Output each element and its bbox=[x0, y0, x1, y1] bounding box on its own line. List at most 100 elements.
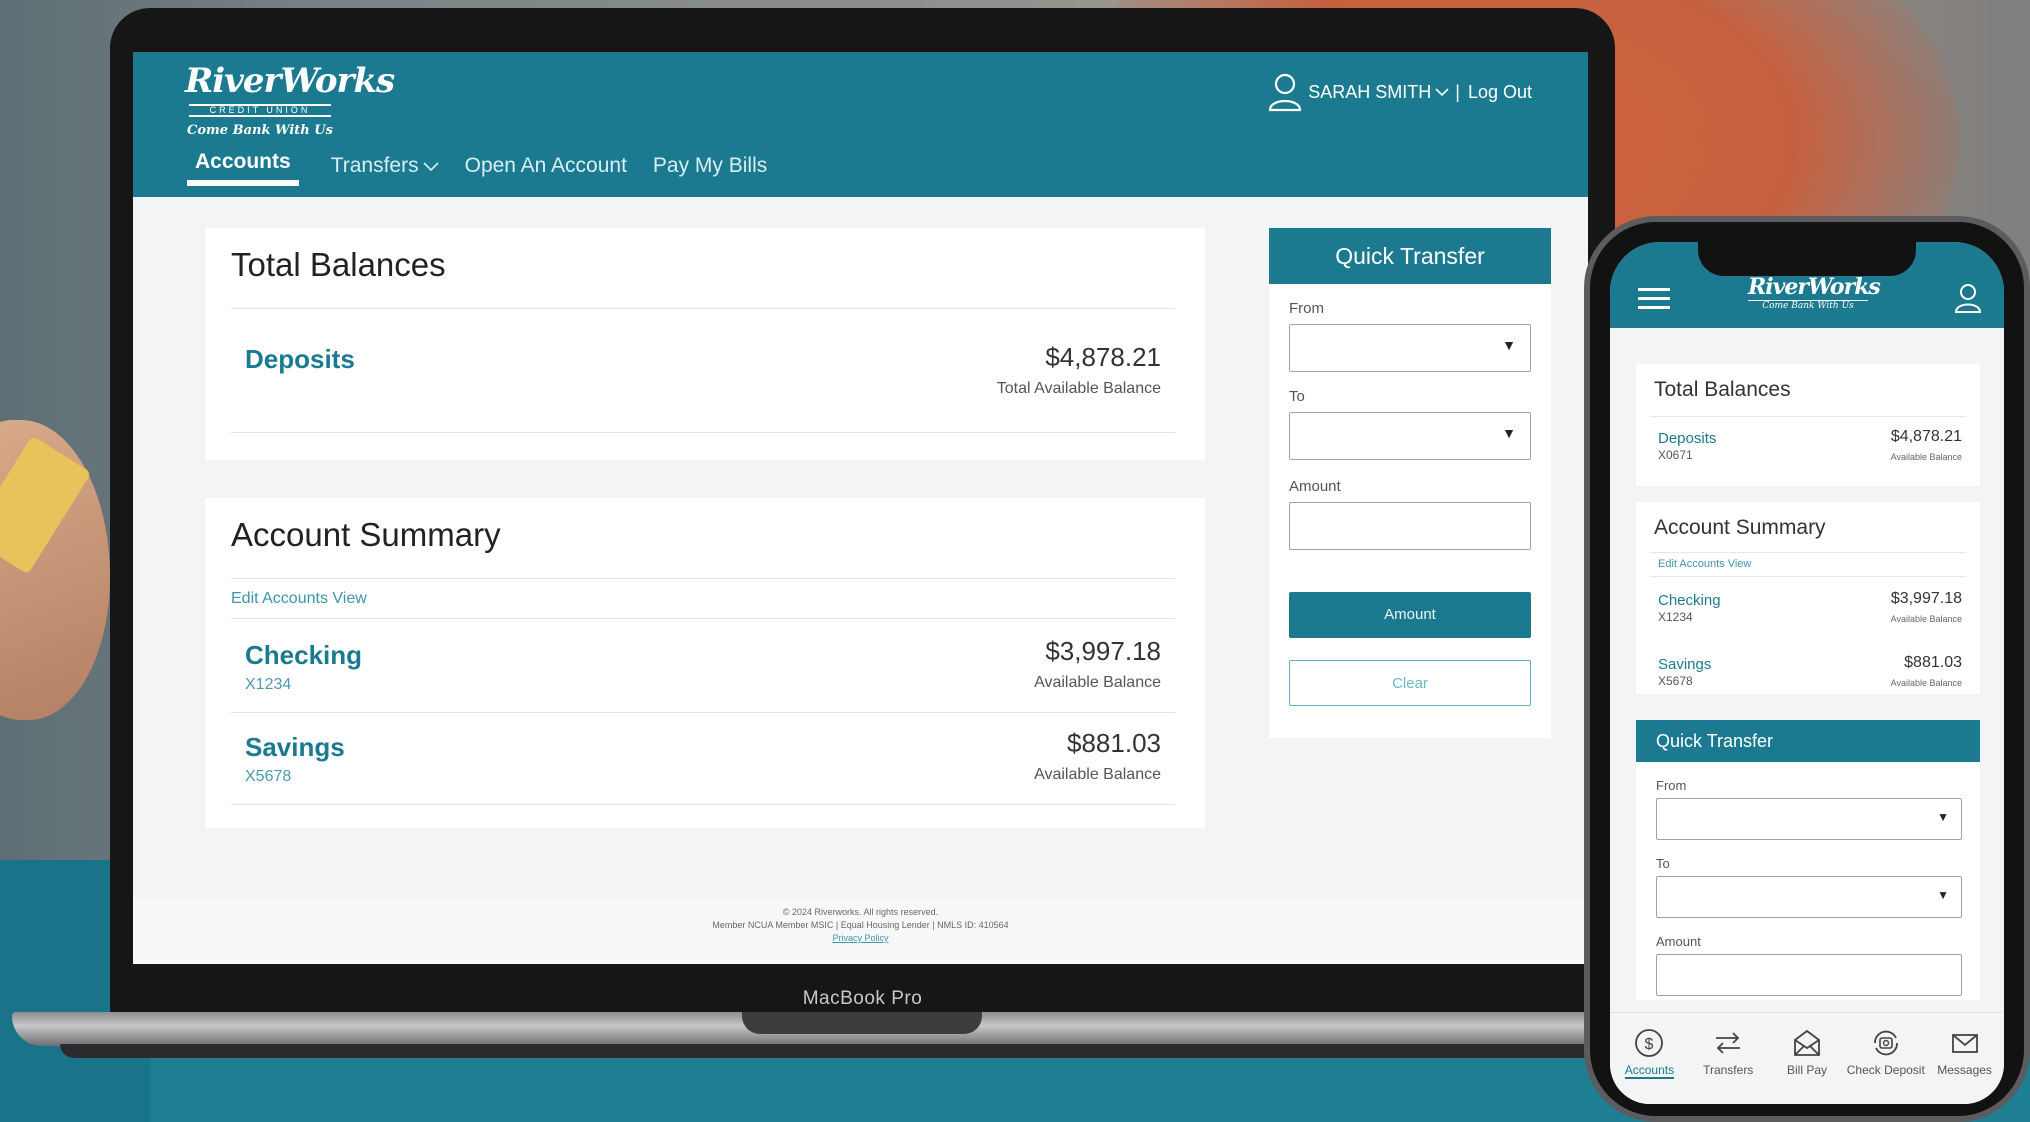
phone-brand-name: RiverWorks bbox=[1748, 274, 1881, 300]
phone-tab-bar: $ Accounts Transfers Bill Pay Check Depo… bbox=[1610, 1012, 2004, 1104]
account-amount: $3,997.18 bbox=[1890, 590, 1962, 607]
brand-name: RiverWorks bbox=[185, 61, 395, 101]
phone-screen: RiverWorks Come Bank With Us Total Balan… bbox=[1610, 242, 2004, 1104]
deposits-amount: $4,878.21 bbox=[1045, 342, 1161, 372]
from-label: From bbox=[1289, 300, 1324, 317]
chevron-down-icon bbox=[423, 162, 439, 171]
total-balances-panel: Total Balances Deposits $4,878.21 Total … bbox=[205, 228, 1205, 460]
tab-label: Bill Pay bbox=[1786, 1063, 1827, 1077]
phone-tab-check-deposit[interactable]: Check Deposit bbox=[1846, 1013, 1925, 1104]
divider bbox=[231, 804, 1175, 805]
user-area: SARAH SMITH | Log Out bbox=[1268, 72, 1532, 112]
account-caption: Available Balance bbox=[1890, 614, 1962, 624]
phone-tab-bill-pay[interactable]: Bill Pay bbox=[1768, 1013, 1847, 1104]
deposits-link[interactable]: Deposits bbox=[245, 344, 355, 375]
caret-down-icon: ▼ bbox=[1937, 888, 1949, 902]
divider bbox=[231, 712, 1175, 713]
privacy-policy-link[interactable]: Privacy Policy bbox=[133, 932, 1588, 945]
envelope-open-icon bbox=[1794, 1029, 1820, 1056]
to-select[interactable]: ▼ bbox=[1289, 412, 1531, 460]
nav-tab-transfers-label: Transfers bbox=[330, 154, 419, 177]
deposits-caption: Total Available Balance bbox=[996, 380, 1161, 397]
caret-down-icon: ▼ bbox=[1502, 425, 1516, 441]
phone-brand-logo[interactable]: RiverWorks Come Bank With Us bbox=[1748, 274, 1881, 311]
tab-label: Transfers bbox=[1703, 1063, 1754, 1077]
laptop-screen: RiverWorks CREDIT UNION Come Bank With U… bbox=[133, 52, 1588, 964]
phone-to-label: To bbox=[1656, 856, 1670, 871]
quick-transfer-title: Quick Transfer bbox=[1269, 228, 1551, 284]
phone-quick-transfer-title: Quick Transfer bbox=[1636, 720, 1980, 762]
account-amount: $881.03 bbox=[1067, 728, 1161, 758]
clear-button[interactable]: Clear bbox=[1289, 660, 1531, 706]
divider bbox=[231, 432, 1175, 433]
account-number: X1234 bbox=[245, 676, 292, 693]
laptop-foot bbox=[60, 1044, 1660, 1058]
amount-input[interactable] bbox=[1289, 502, 1531, 550]
from-select[interactable]: ▼ bbox=[1289, 324, 1531, 372]
total-balances-title: Total Balances bbox=[231, 246, 446, 283]
phone-amount-label: Amount bbox=[1656, 934, 1701, 949]
transfer-arrows-icon bbox=[1716, 1032, 1741, 1054]
header-separator: | bbox=[1455, 81, 1460, 102]
tab-label: Check Deposit bbox=[1846, 1063, 1925, 1077]
account-name[interactable]: Savings bbox=[1658, 656, 1711, 673]
account-number: X1234 bbox=[1658, 610, 1693, 624]
divider bbox=[231, 618, 1175, 619]
phone-tab-transfers[interactable]: Transfers bbox=[1689, 1013, 1768, 1104]
mail-icon bbox=[1951, 1034, 1978, 1053]
divider bbox=[1650, 416, 1966, 417]
phone-deposits-number: X0671 bbox=[1658, 448, 1693, 462]
phone-from-select[interactable]: ▼ bbox=[1656, 798, 1962, 840]
transfer-submit-button[interactable]: Amount bbox=[1289, 592, 1531, 638]
chevron-down-icon[interactable] bbox=[1435, 87, 1449, 97]
account-summary-title: Account Summary bbox=[231, 516, 501, 553]
phone-amount-input[interactable] bbox=[1656, 954, 1962, 996]
account-number: X5678 bbox=[245, 768, 292, 785]
account-name[interactable]: Checking bbox=[1658, 592, 1721, 609]
account-name[interactable]: Checking bbox=[245, 640, 362, 671]
phone-tab-messages[interactable]: Messages bbox=[1925, 1013, 2004, 1104]
divider bbox=[1650, 552, 1966, 553]
laptop-notch bbox=[742, 1012, 982, 1034]
nav-tab-transfers[interactable]: Transfers bbox=[331, 154, 439, 186]
divider bbox=[231, 308, 1175, 309]
phone-to-select[interactable]: ▼ bbox=[1656, 876, 1962, 918]
footer-copyright: © 2024 Riverworks. All rights reserved. bbox=[782, 907, 939, 917]
nav-tab-pay-bills[interactable]: Pay My Bills bbox=[653, 154, 767, 186]
user-name-menu[interactable]: SARAH SMITH bbox=[1308, 82, 1431, 103]
phone-edit-accounts-link[interactable]: Edit Accounts View bbox=[1658, 558, 1751, 570]
edit-accounts-view-link[interactable]: Edit Accounts View bbox=[231, 590, 367, 608]
account-name[interactable]: Savings bbox=[245, 732, 345, 763]
phone-notch bbox=[1698, 236, 1916, 276]
account-caption: Available Balance bbox=[1034, 766, 1161, 783]
camera-rotate-icon bbox=[1873, 1030, 1898, 1056]
account-number: X5678 bbox=[1658, 674, 1693, 688]
phone-from-label: From bbox=[1656, 778, 1687, 793]
user-icon[interactable] bbox=[1268, 72, 1302, 112]
nav-tab-accounts[interactable]: Accounts bbox=[187, 150, 299, 186]
phone-tab-accounts[interactable]: $ Accounts bbox=[1610, 1013, 1689, 1104]
dollar-circle-icon: $ bbox=[1635, 1029, 1664, 1057]
phone-total-balances-title: Total Balances bbox=[1654, 378, 1791, 401]
brand-tagline: Come Bank With Us bbox=[187, 123, 333, 138]
brand-logo[interactable]: RiverWorks CREDIT UNION Come Bank With U… bbox=[185, 58, 395, 138]
account-caption: Available Balance bbox=[1890, 678, 1962, 688]
hamburger-menu-icon[interactable] bbox=[1638, 288, 1670, 315]
to-label: To bbox=[1289, 388, 1305, 405]
account-amount: $881.03 bbox=[1904, 654, 1962, 671]
divider bbox=[1650, 576, 1966, 577]
phone-total-balances-card: Total Balances Deposits X0671 $4,878.21 … bbox=[1636, 364, 1980, 486]
account-caption: Available Balance bbox=[1034, 674, 1161, 691]
svg-text:$: $ bbox=[1645, 1036, 1654, 1053]
logout-link[interactable]: Log Out bbox=[1468, 82, 1532, 103]
caret-down-icon: ▼ bbox=[1502, 337, 1516, 353]
tab-label: Accounts bbox=[1624, 1063, 1675, 1079]
nav-tab-open-account[interactable]: Open An Account bbox=[465, 154, 627, 186]
phone-deposits-link[interactable]: Deposits bbox=[1658, 430, 1716, 447]
quick-transfer-panel: Quick Transfer From ▼ To ▼ Amount Amount… bbox=[1269, 228, 1551, 738]
user-icon[interactable] bbox=[1954, 282, 1982, 314]
caret-down-icon: ▼ bbox=[1937, 810, 1949, 824]
phone-brand-tagline: Come Bank With Us bbox=[1748, 300, 1868, 311]
laptop-model-label: MacBook Pro bbox=[802, 988, 923, 1009]
phone-deposits-caption: Available Balance bbox=[1890, 452, 1962, 462]
